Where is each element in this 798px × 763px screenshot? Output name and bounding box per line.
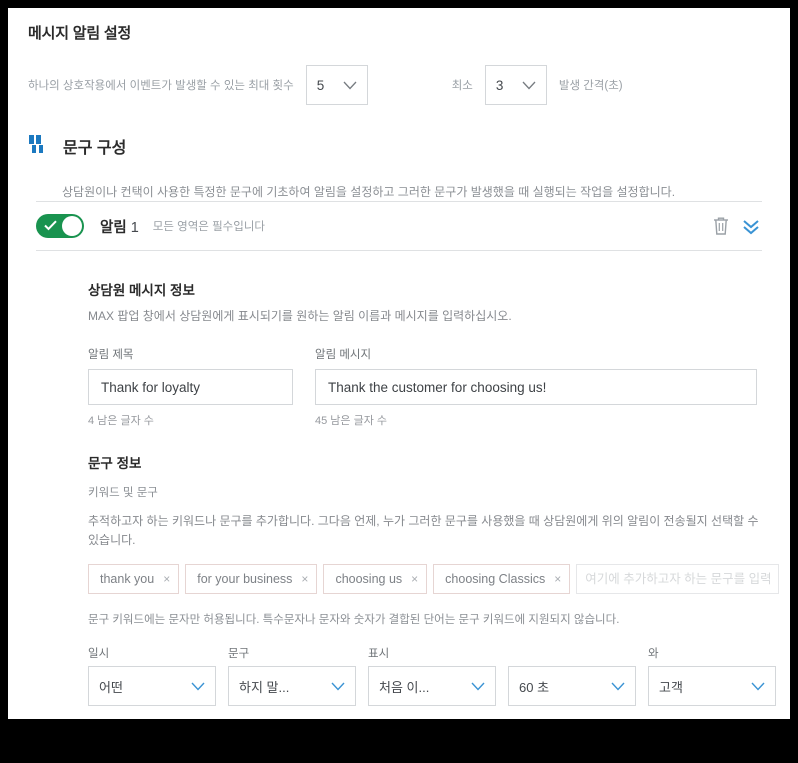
chevron-down-icon: [331, 682, 345, 691]
condition-dropdown-label: 문구: [228, 648, 250, 661]
keyword-chip-remove-icon[interactable]: ×: [554, 573, 561, 585]
alert-title-field-group: 알림 제목 4 남은 글자 수: [88, 346, 293, 428]
condition-dropdown-value: 처음 이...: [379, 679, 430, 695]
checkmark-icon: [44, 220, 57, 231]
keyword-chip-label: for your business: [197, 572, 293, 587]
toggle-knob: [62, 216, 82, 236]
settings-page: 메시지 알림 설정 하나의 상호작용에서 이벤트가 발생할 수 있는 최대 횟수…: [8, 8, 790, 719]
message-alert-settings-section: 메시지 알림 설정 하나의 상호작용에서 이벤트가 발생할 수 있는 최대 횟수…: [8, 8, 790, 105]
condition-dropdown-group: 표시처음 이...: [368, 645, 496, 707]
keyword-chip-remove-icon[interactable]: ×: [301, 573, 308, 585]
alert-title-input[interactable]: [88, 369, 293, 405]
condition-dropdown-2[interactable]: 하지 말...: [228, 666, 356, 707]
keyword-input[interactable]: [576, 564, 779, 595]
chevron-down-icon: [751, 682, 765, 691]
keyword-chip: choosing us ×: [323, 564, 428, 595]
message-fields-row: 알림 제목 4 남은 글자 수 알림 메시지 45 남은 글자 수: [88, 346, 762, 428]
condition-dropdown-group: 60 초: [508, 645, 636, 707]
keyword-chips-container: thank you × for your business × choosing us ×…: [88, 563, 779, 595]
section-divider-bottom: [36, 250, 762, 251]
condition-dropdown-1[interactable]: 어떤: [88, 666, 216, 707]
agent-message-title: 상담원 메시지 정보: [88, 283, 195, 298]
condition-dropdown-group: 와고객: [648, 645, 776, 707]
alert-message-label: 알림 메시지: [315, 349, 372, 361]
min-events-select[interactable]: 3: [484, 65, 547, 105]
alert-required-note: 모든 영역은 필수입니다: [152, 221, 265, 233]
condition-dropdown-group: 문구하지 말...: [228, 645, 356, 707]
alert-message-counter: 45 남은 글자 수: [315, 415, 388, 427]
alert-name-text: 알림: [100, 219, 127, 236]
phrase-info-title: 문구 정보: [88, 456, 142, 471]
interval-label: 발생 간격(초): [558, 80, 623, 92]
condition-dropdown-label: 일시: [88, 648, 110, 661]
chevron-down-icon: [522, 81, 536, 89]
page-title: 메시지 알림 설정: [28, 25, 132, 42]
phrase-config-description: 상담원이나 컨택이 사용한 특정한 문구에 기초하여 알림을 설정하고 그러한 …: [62, 185, 676, 199]
keyword-chip-remove-icon[interactable]: ×: [163, 573, 170, 585]
max-events-value: 5: [316, 77, 325, 93]
condition-dropdown-value: 하지 말...: [239, 679, 290, 695]
condition-dropdown-value: 어떤: [99, 679, 123, 695]
chevron-down-icon: [191, 682, 205, 691]
phrase-info-subtitle: 키워드 및 문구: [88, 487, 158, 499]
condition-dropdown-value: 고객: [659, 679, 683, 695]
condition-dropdown-5[interactable]: 고객: [648, 666, 776, 707]
max-events-label: 하나의 상호작용에서 이벤트가 발생할 수 있는 최대 횟수: [28, 80, 294, 92]
phrase-info-description: 추적하고자 하는 키워드나 문구를 추가합니다. 그다음 언제, 누가 그러한 …: [88, 514, 759, 547]
trash-icon[interactable]: [710, 215, 732, 237]
quote-icon: [29, 135, 43, 153]
condition-dropdown-3[interactable]: 처음 이...: [368, 666, 496, 707]
keyword-chip-label: choosing Classics: [445, 572, 546, 587]
keyword-chips-row: thank you × for your business × choosing us ×…: [88, 563, 779, 595]
min-label: 최소: [451, 80, 473, 92]
keyword-chip-label: choosing us: [335, 572, 403, 587]
condition-dropdown-label: [508, 645, 636, 659]
alert-title-counter: 4 남은 글자 수: [88, 415, 154, 427]
condition-dropdown-label: 와: [648, 648, 659, 661]
max-events-row: 하나의 상호작용에서 이벤트가 발생할 수 있는 최대 횟수 5 최소 3 발생…: [28, 65, 770, 105]
condition-dropdown-group: 일시어떤: [88, 645, 216, 707]
min-events-value: 3: [495, 77, 504, 93]
keyword-chip: choosing Classics ×: [433, 564, 571, 595]
phrase-config-header: 문구 구성: [8, 131, 790, 161]
chevron-down-icon: [343, 81, 357, 89]
alert-header-row: 알림 1 모든 영역은 필수입니다: [8, 202, 790, 250]
alert-body: 상담원 메시지 정보 MAX 팝업 창에서 상담원에게 표시되기를 원하는 알림…: [8, 279, 790, 719]
alert-message-input[interactable]: [315, 369, 757, 405]
alert-title: 알림 1: [100, 216, 139, 237]
alert-number: 1: [130, 219, 139, 236]
keyword-chip-label: thank you: [100, 572, 155, 587]
alert-enabled-toggle[interactable]: [36, 214, 84, 238]
condition-dropdown-value: 60 초: [519, 679, 550, 695]
chevron-down-icon: [611, 682, 625, 691]
condition-dropdowns-row: 일시 어떤 문구 하지 말... 표시 처음 이... 60 초 와 고객: [88, 645, 776, 707]
max-events-select[interactable]: 5: [305, 65, 368, 105]
keyword-chip: for your business ×: [185, 564, 318, 595]
phrase-config-title: 문구 구성: [63, 140, 127, 157]
phrase-keyword-note: 문구 키워드에는 문자만 허용됩니다. 특수문자나 문자와 숫자가 결합된 단어…: [88, 614, 620, 627]
chevron-down-icon: [471, 682, 485, 691]
alert-title-label: 알림 제목: [88, 349, 134, 361]
alert-message-field-group: 알림 메시지 45 남은 글자 수: [315, 346, 757, 428]
double-chevron-down-icon[interactable]: [740, 215, 762, 237]
keyword-chip-remove-icon[interactable]: ×: [411, 573, 418, 585]
keyword-chip: thank you ×: [88, 564, 180, 595]
agent-message-description: MAX 팝업 창에서 상담원에게 표시되기를 원하는 알림 이름과 메시지를 입…: [88, 309, 512, 323]
condition-dropdown-4[interactable]: 60 초: [508, 666, 636, 707]
condition-dropdown-label: 표시: [368, 648, 390, 661]
